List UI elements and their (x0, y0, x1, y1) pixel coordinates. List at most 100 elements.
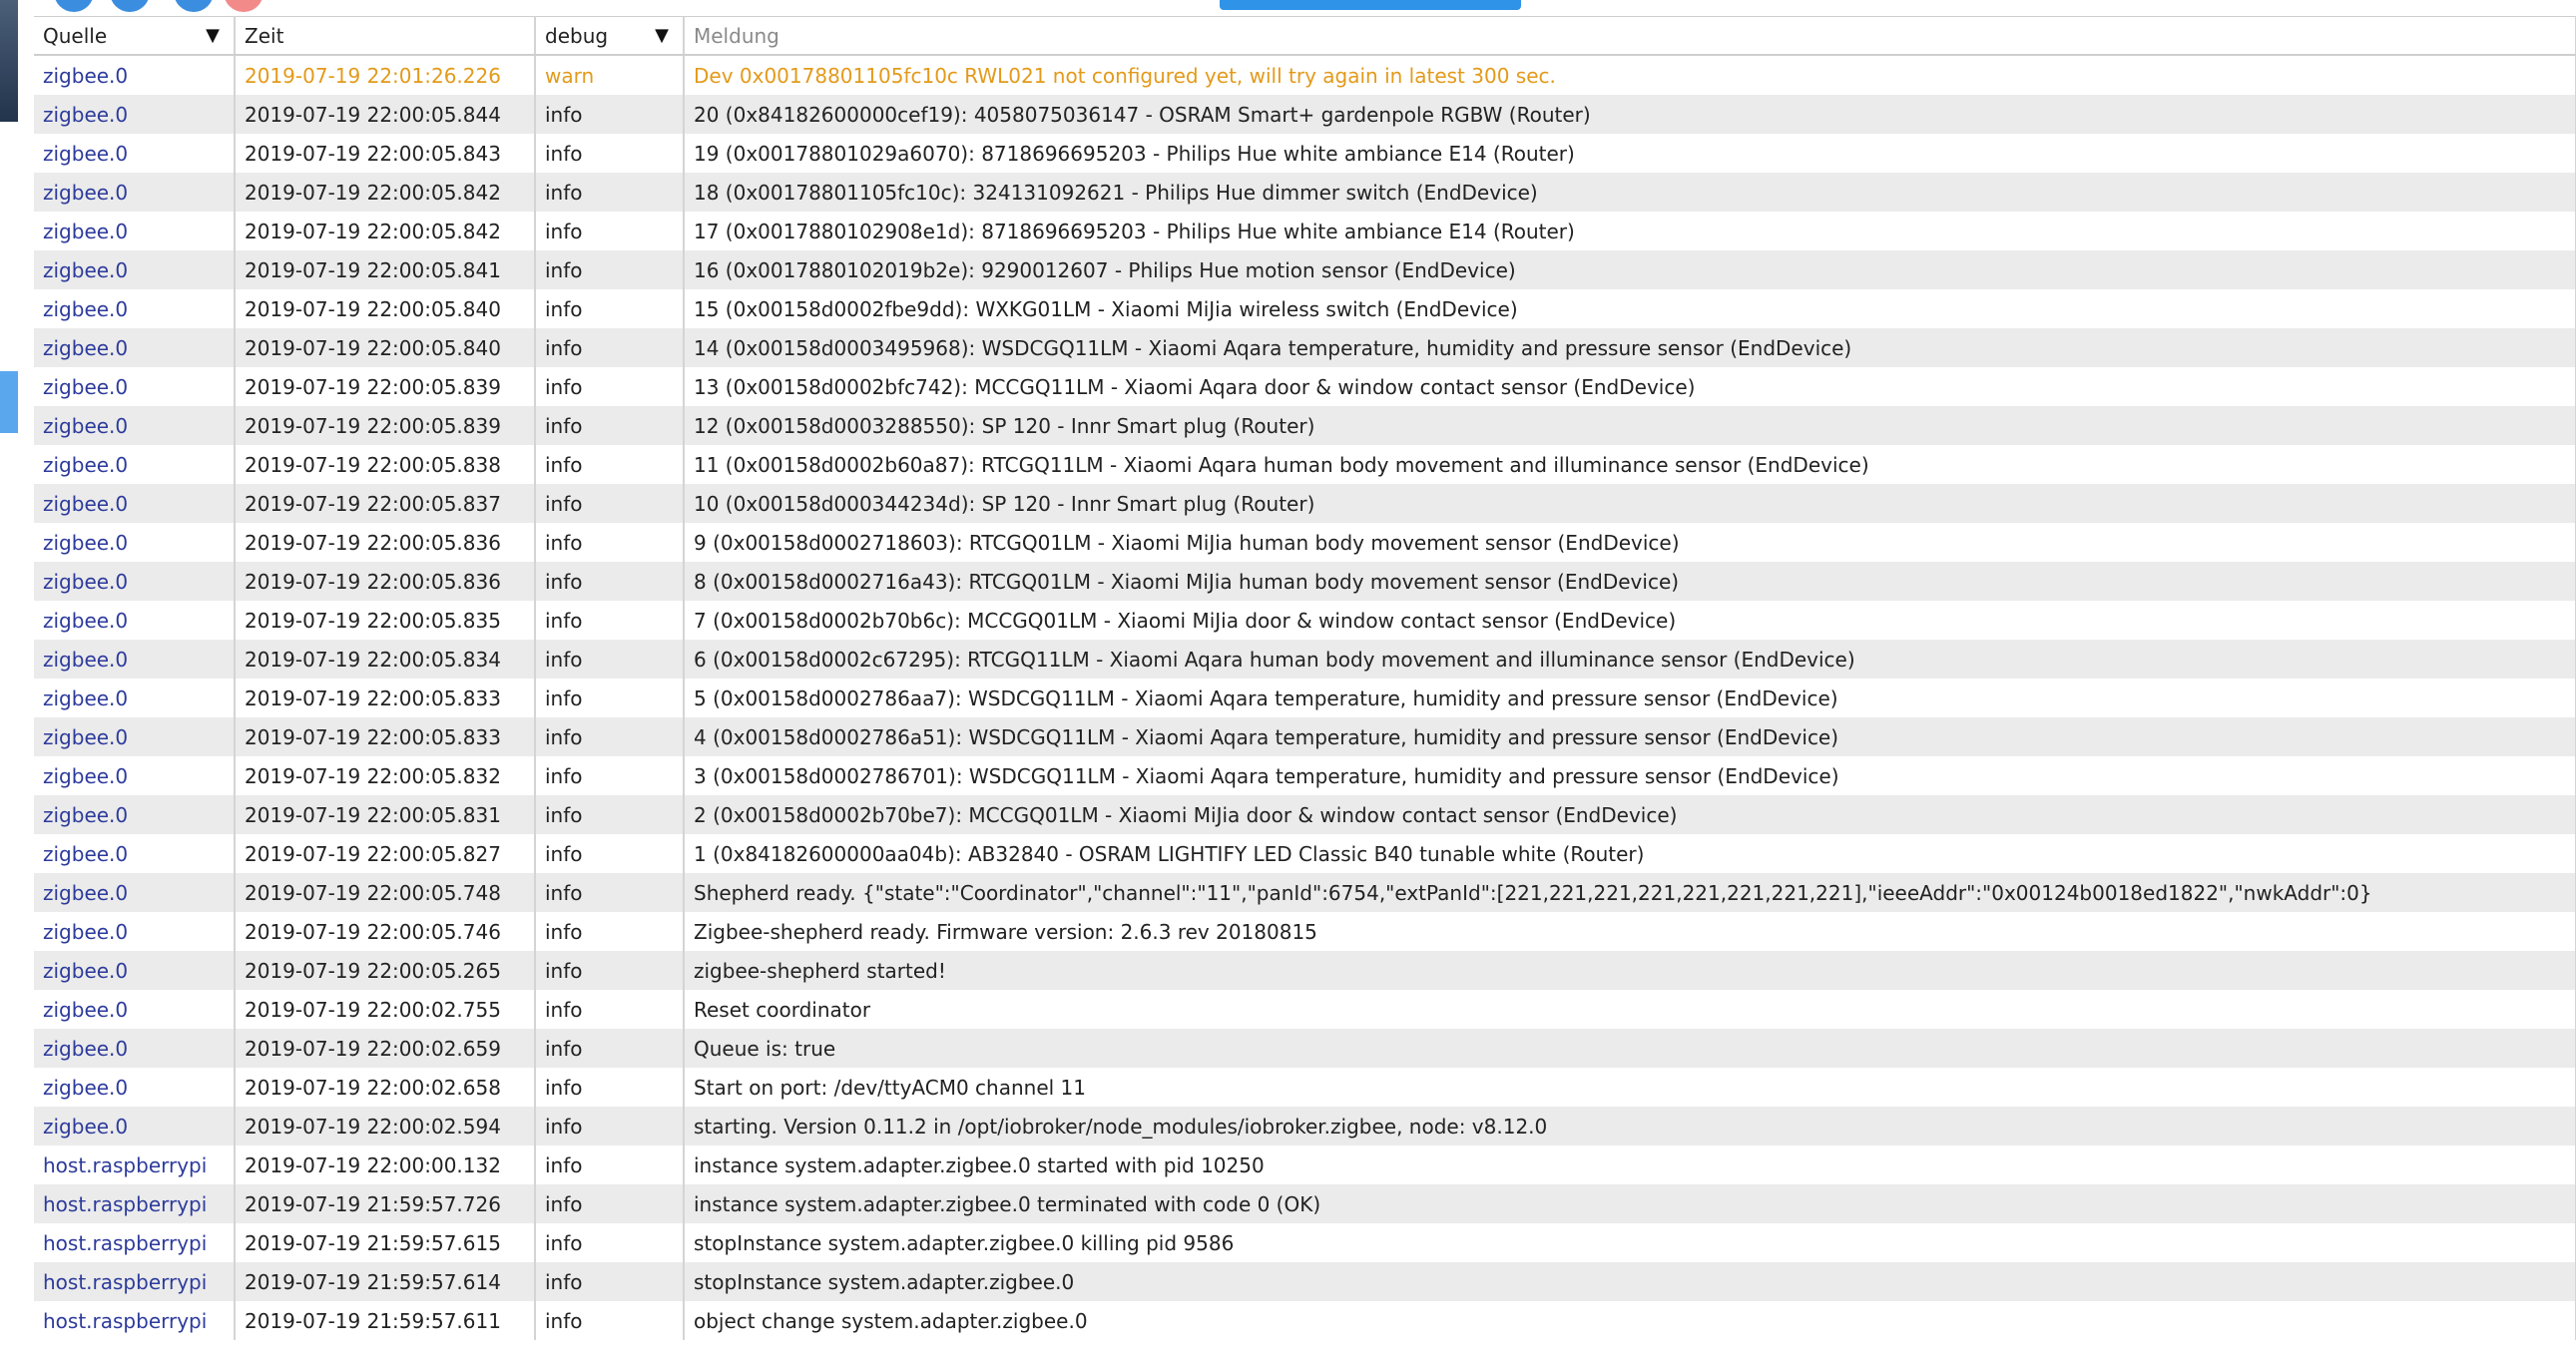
log-source-link[interactable]: zigbee.0 (34, 1107, 236, 1145)
toolbar-wide-button[interactable] (1220, 0, 1521, 10)
severity-filter-header[interactable]: debug ▼ (535, 16, 685, 56)
log-source-link[interactable]: zigbee.0 (34, 95, 236, 134)
toolbar-round-button-delete[interactable] (224, 0, 263, 12)
log-source-link[interactable]: zigbee.0 (34, 1068, 236, 1107)
toolbar-round-button-1[interactable] (54, 0, 94, 12)
log-row[interactable]: zigbee.0 2019-07-19 22:01:26.226 warn Dev 0… (34, 55, 2576, 95)
log-source-link[interactable]: zigbee.0 (34, 1029, 236, 1068)
log-row[interactable]: zigbee.0 2019-07-19 22:00:05.837 info 10 (0… (34, 484, 2576, 523)
log-source-link[interactable]: zigbee.0 (34, 250, 236, 289)
log-time: 2019-07-19 22:01:26.226 (235, 55, 536, 95)
log-row[interactable]: zigbee.0 2019-07-19 22:00:05.840 info 15 (0… (34, 289, 2576, 328)
message-filter-header[interactable]: Meldung (684, 16, 2576, 56)
log-source-link[interactable]: host.raspberrypi (34, 1184, 236, 1223)
log-source-link[interactable]: zigbee.0 (34, 55, 236, 95)
log-source-link[interactable]: zigbee.0 (34, 406, 236, 445)
log-row[interactable]: zigbee.0 2019-07-19 22:00:05.827 info 1 (0x… (34, 834, 2576, 873)
log-row[interactable]: zigbee.0 2019-07-19 22:00:05.838 info 11 (0… (34, 445, 2576, 484)
log-source-link[interactable]: zigbee.0 (34, 484, 236, 523)
log-row[interactable]: zigbee.0 2019-07-19 22:00:05.839 info 13 (0… (34, 367, 2576, 406)
source-column-header[interactable]: Quelle ▼ (34, 16, 236, 56)
severity-filter-arrow-icon[interactable]: ▼ (655, 25, 669, 46)
log-row[interactable]: zigbee.0 2019-07-19 22:00:05.265 info zigbe… (34, 951, 2576, 990)
log-source-link[interactable]: zigbee.0 (34, 173, 236, 212)
log-message: 15 (0x00158d0002fbe9dd): WXKG01LM - Xiao… (684, 289, 2576, 328)
log-row[interactable]: host.raspberrypi 2019-07-19 21:59:57.614 i… (34, 1262, 2576, 1301)
log-source-link[interactable]: host.raspberrypi (34, 1223, 236, 1262)
log-time: 2019-07-19 22:00:05.836 (235, 523, 536, 562)
log-source-link[interactable]: host.raspberrypi (34, 1145, 236, 1184)
log-row[interactable]: zigbee.0 2019-07-19 22:00:05.833 info 5 (0x… (34, 679, 2576, 717)
log-source-link[interactable]: zigbee.0 (34, 717, 236, 756)
log-severity: info (535, 562, 685, 601)
log-message: Zigbee-shepherd ready. Firmware version:… (684, 912, 2576, 951)
log-time: 2019-07-19 22:00:05.839 (235, 406, 536, 445)
log-source-link[interactable]: host.raspberrypi (34, 1262, 236, 1301)
log-table: Quelle ▼ Zeit debug ▼ Meldung zigbee.0 20… (34, 16, 2576, 1340)
log-source-link[interactable]: zigbee.0 (34, 990, 236, 1029)
log-time: 2019-07-19 22:00:05.833 (235, 679, 536, 717)
log-message: Shepherd ready. {"state":"Coordinator","… (684, 873, 2576, 912)
log-row[interactable]: zigbee.0 2019-07-19 22:00:05.834 info 6 (0x… (34, 640, 2576, 679)
log-message: stopInstance system.adapter.zigbee.0 (684, 1262, 2576, 1301)
log-source-link[interactable]: zigbee.0 (34, 445, 236, 484)
log-row[interactable]: zigbee.0 2019-07-19 22:00:05.842 info 17 (0… (34, 212, 2576, 250)
log-row[interactable]: zigbee.0 2019-07-19 22:00:02.755 info Reset… (34, 990, 2576, 1029)
log-source-link[interactable]: zigbee.0 (34, 289, 236, 328)
log-row[interactable]: zigbee.0 2019-07-19 22:00:02.659 info Queue… (34, 1029, 2576, 1068)
log-source-link[interactable]: zigbee.0 (34, 562, 236, 601)
log-row[interactable]: zigbee.0 2019-07-19 22:00:05.832 info 3 (0x… (34, 756, 2576, 795)
log-source-link[interactable]: host.raspberrypi (34, 1301, 236, 1340)
log-row[interactable]: zigbee.0 2019-07-19 22:00:05.836 info 9 (0x… (34, 523, 2576, 562)
log-source-link[interactable]: zigbee.0 (34, 912, 236, 951)
log-time: 2019-07-19 22:00:05.844 (235, 95, 536, 134)
log-message: zigbee-shepherd started! (684, 951, 2576, 990)
log-message: 14 (0x00158d0003495968): WSDCGQ11LM - Xi… (684, 328, 2576, 367)
log-row[interactable]: zigbee.0 2019-07-19 22:00:02.594 info start… (34, 1107, 2576, 1145)
log-row[interactable]: zigbee.0 2019-07-19 22:00:05.842 info 18 (0… (34, 173, 2576, 212)
log-source-link[interactable]: zigbee.0 (34, 523, 236, 562)
log-row[interactable]: zigbee.0 2019-07-19 22:00:05.840 info 14 (0… (34, 328, 2576, 367)
log-source-link[interactable]: zigbee.0 (34, 756, 236, 795)
log-row[interactable]: zigbee.0 2019-07-19 22:00:05.835 info 7 (0x… (34, 601, 2576, 640)
log-time: 2019-07-19 22:00:05.827 (235, 834, 536, 873)
log-row[interactable]: zigbee.0 2019-07-19 22:00:05.746 info Zigbe… (34, 912, 2576, 951)
log-row[interactable]: zigbee.0 2019-07-19 22:00:02.658 info Start… (34, 1068, 2576, 1107)
log-header-row: Quelle ▼ Zeit debug ▼ Meldung (34, 16, 2576, 56)
log-row[interactable]: host.raspberrypi 2019-07-19 21:59:57.611 i… (34, 1301, 2576, 1340)
log-time: 2019-07-19 22:00:05.834 (235, 640, 536, 679)
log-source-link[interactable]: zigbee.0 (34, 328, 236, 367)
log-message: 20 (0x84182600000cef19): 4058075036147 -… (684, 95, 2576, 134)
log-source-link[interactable]: zigbee.0 (34, 679, 236, 717)
log-source-link[interactable]: zigbee.0 (34, 601, 236, 640)
log-row[interactable]: zigbee.0 2019-07-19 22:00:05.836 info 8 (0x… (34, 562, 2576, 601)
log-row[interactable]: zigbee.0 2019-07-19 22:00:05.844 info 20 (0… (34, 95, 2576, 134)
log-row[interactable]: zigbee.0 2019-07-19 22:00:05.843 info 19 (0… (34, 134, 2576, 173)
log-source-link[interactable]: zigbee.0 (34, 367, 236, 406)
log-row[interactable]: zigbee.0 2019-07-19 22:00:05.839 info 12 (0… (34, 406, 2576, 445)
log-row[interactable]: zigbee.0 2019-07-19 22:00:05.748 info Sheph… (34, 873, 2576, 912)
source-filter-arrow-icon[interactable]: ▼ (206, 25, 220, 46)
log-row[interactable]: zigbee.0 2019-07-19 22:00:05.841 info 16 (0… (34, 250, 2576, 289)
log-message: Reset coordinator (684, 990, 2576, 1029)
log-row[interactable]: host.raspberrypi 2019-07-19 22:00:00.132 i… (34, 1145, 2576, 1184)
toolbar-round-button-3[interactable] (174, 0, 214, 12)
log-time: 2019-07-19 21:59:57.726 (235, 1184, 536, 1223)
log-source-link[interactable]: zigbee.0 (34, 134, 236, 173)
time-column-header[interactable]: Zeit (235, 16, 536, 56)
log-severity: info (535, 445, 685, 484)
log-source-link[interactable]: zigbee.0 (34, 212, 236, 250)
log-severity: info (535, 212, 685, 250)
log-source-link[interactable]: zigbee.0 (34, 873, 236, 912)
log-row[interactable]: host.raspberrypi 2019-07-19 21:59:57.726 i… (34, 1184, 2576, 1223)
toolbar-round-button-2[interactable] (110, 0, 150, 12)
sidebar-active-marker[interactable] (0, 371, 18, 433)
log-row[interactable]: zigbee.0 2019-07-19 22:00:05.833 info 4 (0x… (34, 717, 2576, 756)
log-source-link[interactable]: zigbee.0 (34, 834, 236, 873)
log-row[interactable]: zigbee.0 2019-07-19 22:00:05.831 info 2 (0x… (34, 795, 2576, 834)
log-source-link[interactable]: zigbee.0 (34, 795, 236, 834)
log-source-link[interactable]: zigbee.0 (34, 951, 236, 990)
log-time: 2019-07-19 22:00:02.755 (235, 990, 536, 1029)
log-row[interactable]: host.raspberrypi 2019-07-19 21:59:57.615 i… (34, 1223, 2576, 1262)
log-source-link[interactable]: zigbee.0 (34, 640, 236, 679)
